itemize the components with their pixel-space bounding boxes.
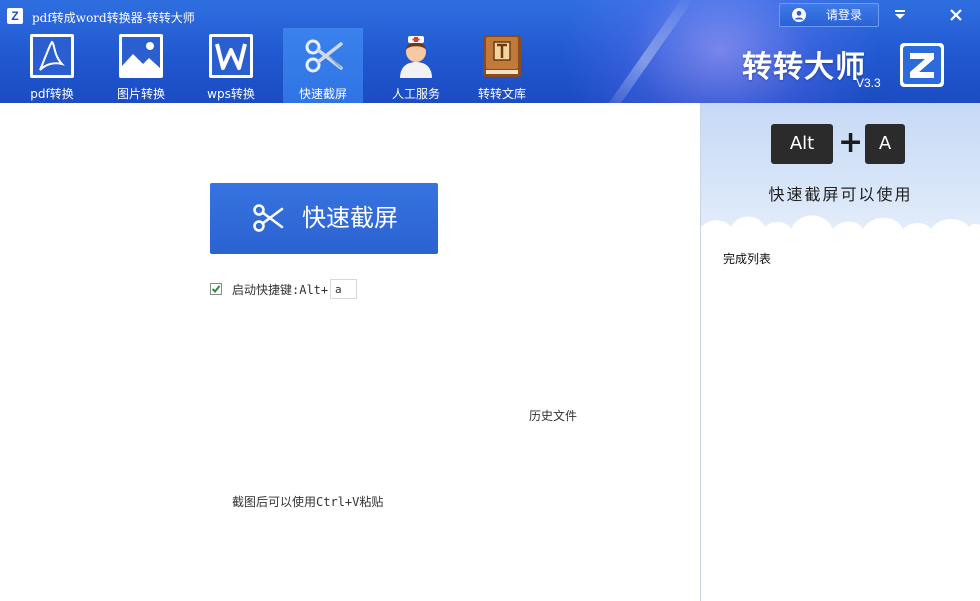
app-logo-icon: Z	[7, 8, 23, 24]
quick-capture-label: 快速截屏	[302, 204, 398, 232]
right-panel: Alt + A 快速截屏可以使用 完成列表	[700, 103, 980, 601]
done-list-title: 完成列表	[723, 252, 772, 266]
nav-item-image[interactable]: 图片转换	[101, 28, 181, 103]
hotkey-key-input[interactable]	[330, 279, 357, 299]
nav-item-library[interactable]: 转转文库	[462, 28, 542, 103]
nav-label-pdf: pdf转换	[30, 87, 74, 101]
brand-logo-icon	[900, 43, 944, 87]
nav-item-wps[interactable]: wps转换	[191, 28, 271, 103]
scissors-icon	[305, 39, 343, 73]
brand-name: 转转大师	[742, 50, 866, 85]
wps-icon	[209, 34, 253, 78]
scissors-icon	[253, 204, 284, 232]
hotkey-label: 启动快捷键:Alt+	[232, 283, 329, 297]
minimize-icon	[895, 10, 905, 19]
window-title: pdf转成word转换器-转转大师	[32, 11, 195, 25]
book-icon	[483, 35, 521, 77]
clouds-decoration	[701, 215, 980, 241]
minimize-button[interactable]	[890, 5, 910, 25]
nav-label-wps: wps转换	[207, 87, 255, 101]
title-bar-header: Z pdf转成word转换器-转转大师 请登录 pdf转换 图片转换 wps转换…	[0, 0, 980, 103]
login-label: 请登录	[826, 8, 863, 22]
hotkey-enable-checkbox[interactable]	[210, 283, 222, 295]
login-button[interactable]: 请登录	[779, 3, 879, 27]
nav-item-pdf[interactable]: pdf转换	[12, 28, 92, 103]
nav-label-service: 人工服务	[391, 87, 440, 101]
a-key-badge: A	[865, 124, 905, 164]
plus-sign: +	[838, 125, 864, 160]
close-button[interactable]	[946, 5, 966, 25]
check-icon	[211, 285, 221, 293]
pdf-icon	[30, 34, 74, 78]
nav-item-capture[interactable]: 快速截屏	[283, 28, 363, 103]
nav-label-capture: 快速截屏	[298, 87, 347, 101]
user-icon	[792, 8, 806, 22]
history-files-link[interactable]: 历史文件	[529, 407, 577, 424]
alt-key-badge: Alt	[771, 124, 833, 164]
image-icon	[119, 34, 163, 78]
quick-capture-button[interactable]: 快速截屏	[210, 183, 438, 254]
brand-version: V3.3	[856, 76, 881, 90]
close-icon	[950, 9, 962, 21]
nav-item-service[interactable]: 人工服务	[376, 28, 456, 103]
main-content: 快速截屏 启动快捷键:Alt+ 历史文件 截图后可以使用Ctrl+V粘贴	[0, 103, 700, 601]
nav-label-image: 图片转换	[116, 87, 165, 101]
nurse-icon	[400, 36, 432, 78]
nav-label-library: 转转文库	[477, 87, 526, 101]
paste-tip-text: 截图后可以使用Ctrl+V粘贴	[232, 495, 384, 509]
shortcut-banner: Alt + A 快速截屏可以使用	[701, 103, 980, 241]
